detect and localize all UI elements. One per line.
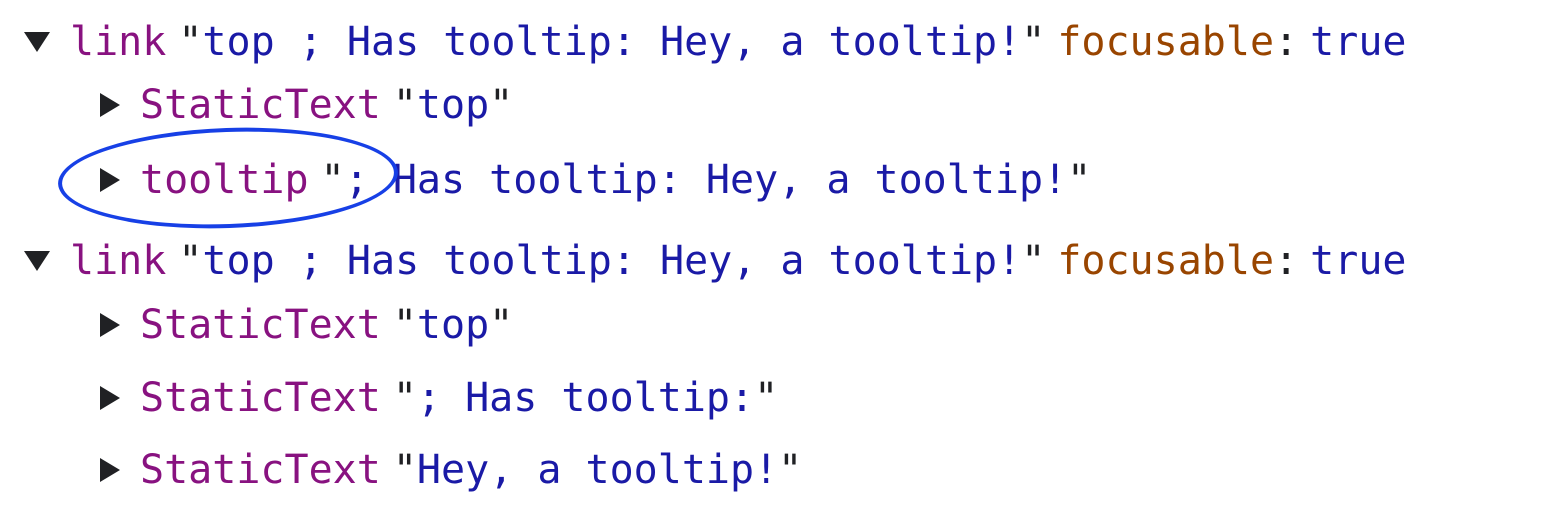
- quote: ": [178, 238, 203, 284]
- property-name: focusable: [1057, 19, 1275, 65]
- node-role: link: [70, 238, 167, 284]
- collapsed-triangle-icon[interactable]: [100, 313, 120, 337]
- node-role: StaticText: [140, 447, 381, 493]
- collapsed-triangle-icon[interactable]: [100, 386, 120, 410]
- highlight-ellipse: [56, 122, 400, 234]
- node-name: top: [416, 302, 490, 348]
- node-name-trailing: Has tooltip: Hey, a tooltip!: [392, 157, 1068, 203]
- quote: ": [1021, 19, 1046, 65]
- expanded-triangle-icon[interactable]: [24, 32, 50, 52]
- node-name: top: [416, 82, 490, 128]
- quote: ": [392, 375, 417, 421]
- property-value: true: [1310, 19, 1407, 65]
- colon: :: [1274, 238, 1299, 284]
- node-name: top ; Has tooltip: Hey, a tooltip!: [202, 19, 1022, 65]
- expanded-triangle-icon[interactable]: [24, 251, 50, 271]
- quote: ": [1067, 157, 1092, 203]
- node-role: link: [70, 19, 167, 65]
- tree-node-link[interactable]: link " top ; Has tooltip: Hey, a tooltip!…: [24, 233, 1406, 289]
- quote: ": [178, 19, 203, 65]
- quote: ": [1021, 238, 1046, 284]
- node-name: ; Has tooltip:: [416, 375, 755, 421]
- tree-node-statictext[interactable]: StaticText " top ": [100, 77, 513, 133]
- quote: ": [754, 375, 779, 421]
- tree-node-statictext[interactable]: StaticText " Hey, a tooltip! ": [100, 442, 802, 498]
- quote: ": [392, 447, 417, 493]
- tree-node-statictext[interactable]: StaticText " top ": [100, 297, 513, 353]
- node-role: StaticText: [140, 82, 381, 128]
- quote: ": [489, 82, 514, 128]
- tree-node-statictext[interactable]: StaticText "; Has tooltip: ": [100, 370, 778, 426]
- node-name: Hey, a tooltip!: [416, 447, 779, 493]
- quote: ": [489, 302, 514, 348]
- collapsed-triangle-icon[interactable]: [100, 458, 120, 482]
- property-value: true: [1310, 238, 1407, 284]
- colon: :: [1274, 19, 1299, 65]
- quote: ": [392, 302, 417, 348]
- property-name: focusable: [1057, 238, 1275, 284]
- node-role: StaticText: [140, 302, 381, 348]
- tree-node-link[interactable]: link " top ; Has tooltip: Hey, a tooltip!…: [24, 14, 1406, 70]
- node-role: StaticText: [140, 375, 381, 421]
- quote: ": [778, 447, 803, 493]
- collapsed-triangle-icon[interactable]: [100, 93, 120, 117]
- node-name: top ; Has tooltip: Hey, a tooltip!: [202, 238, 1022, 284]
- quote: ": [392, 82, 417, 128]
